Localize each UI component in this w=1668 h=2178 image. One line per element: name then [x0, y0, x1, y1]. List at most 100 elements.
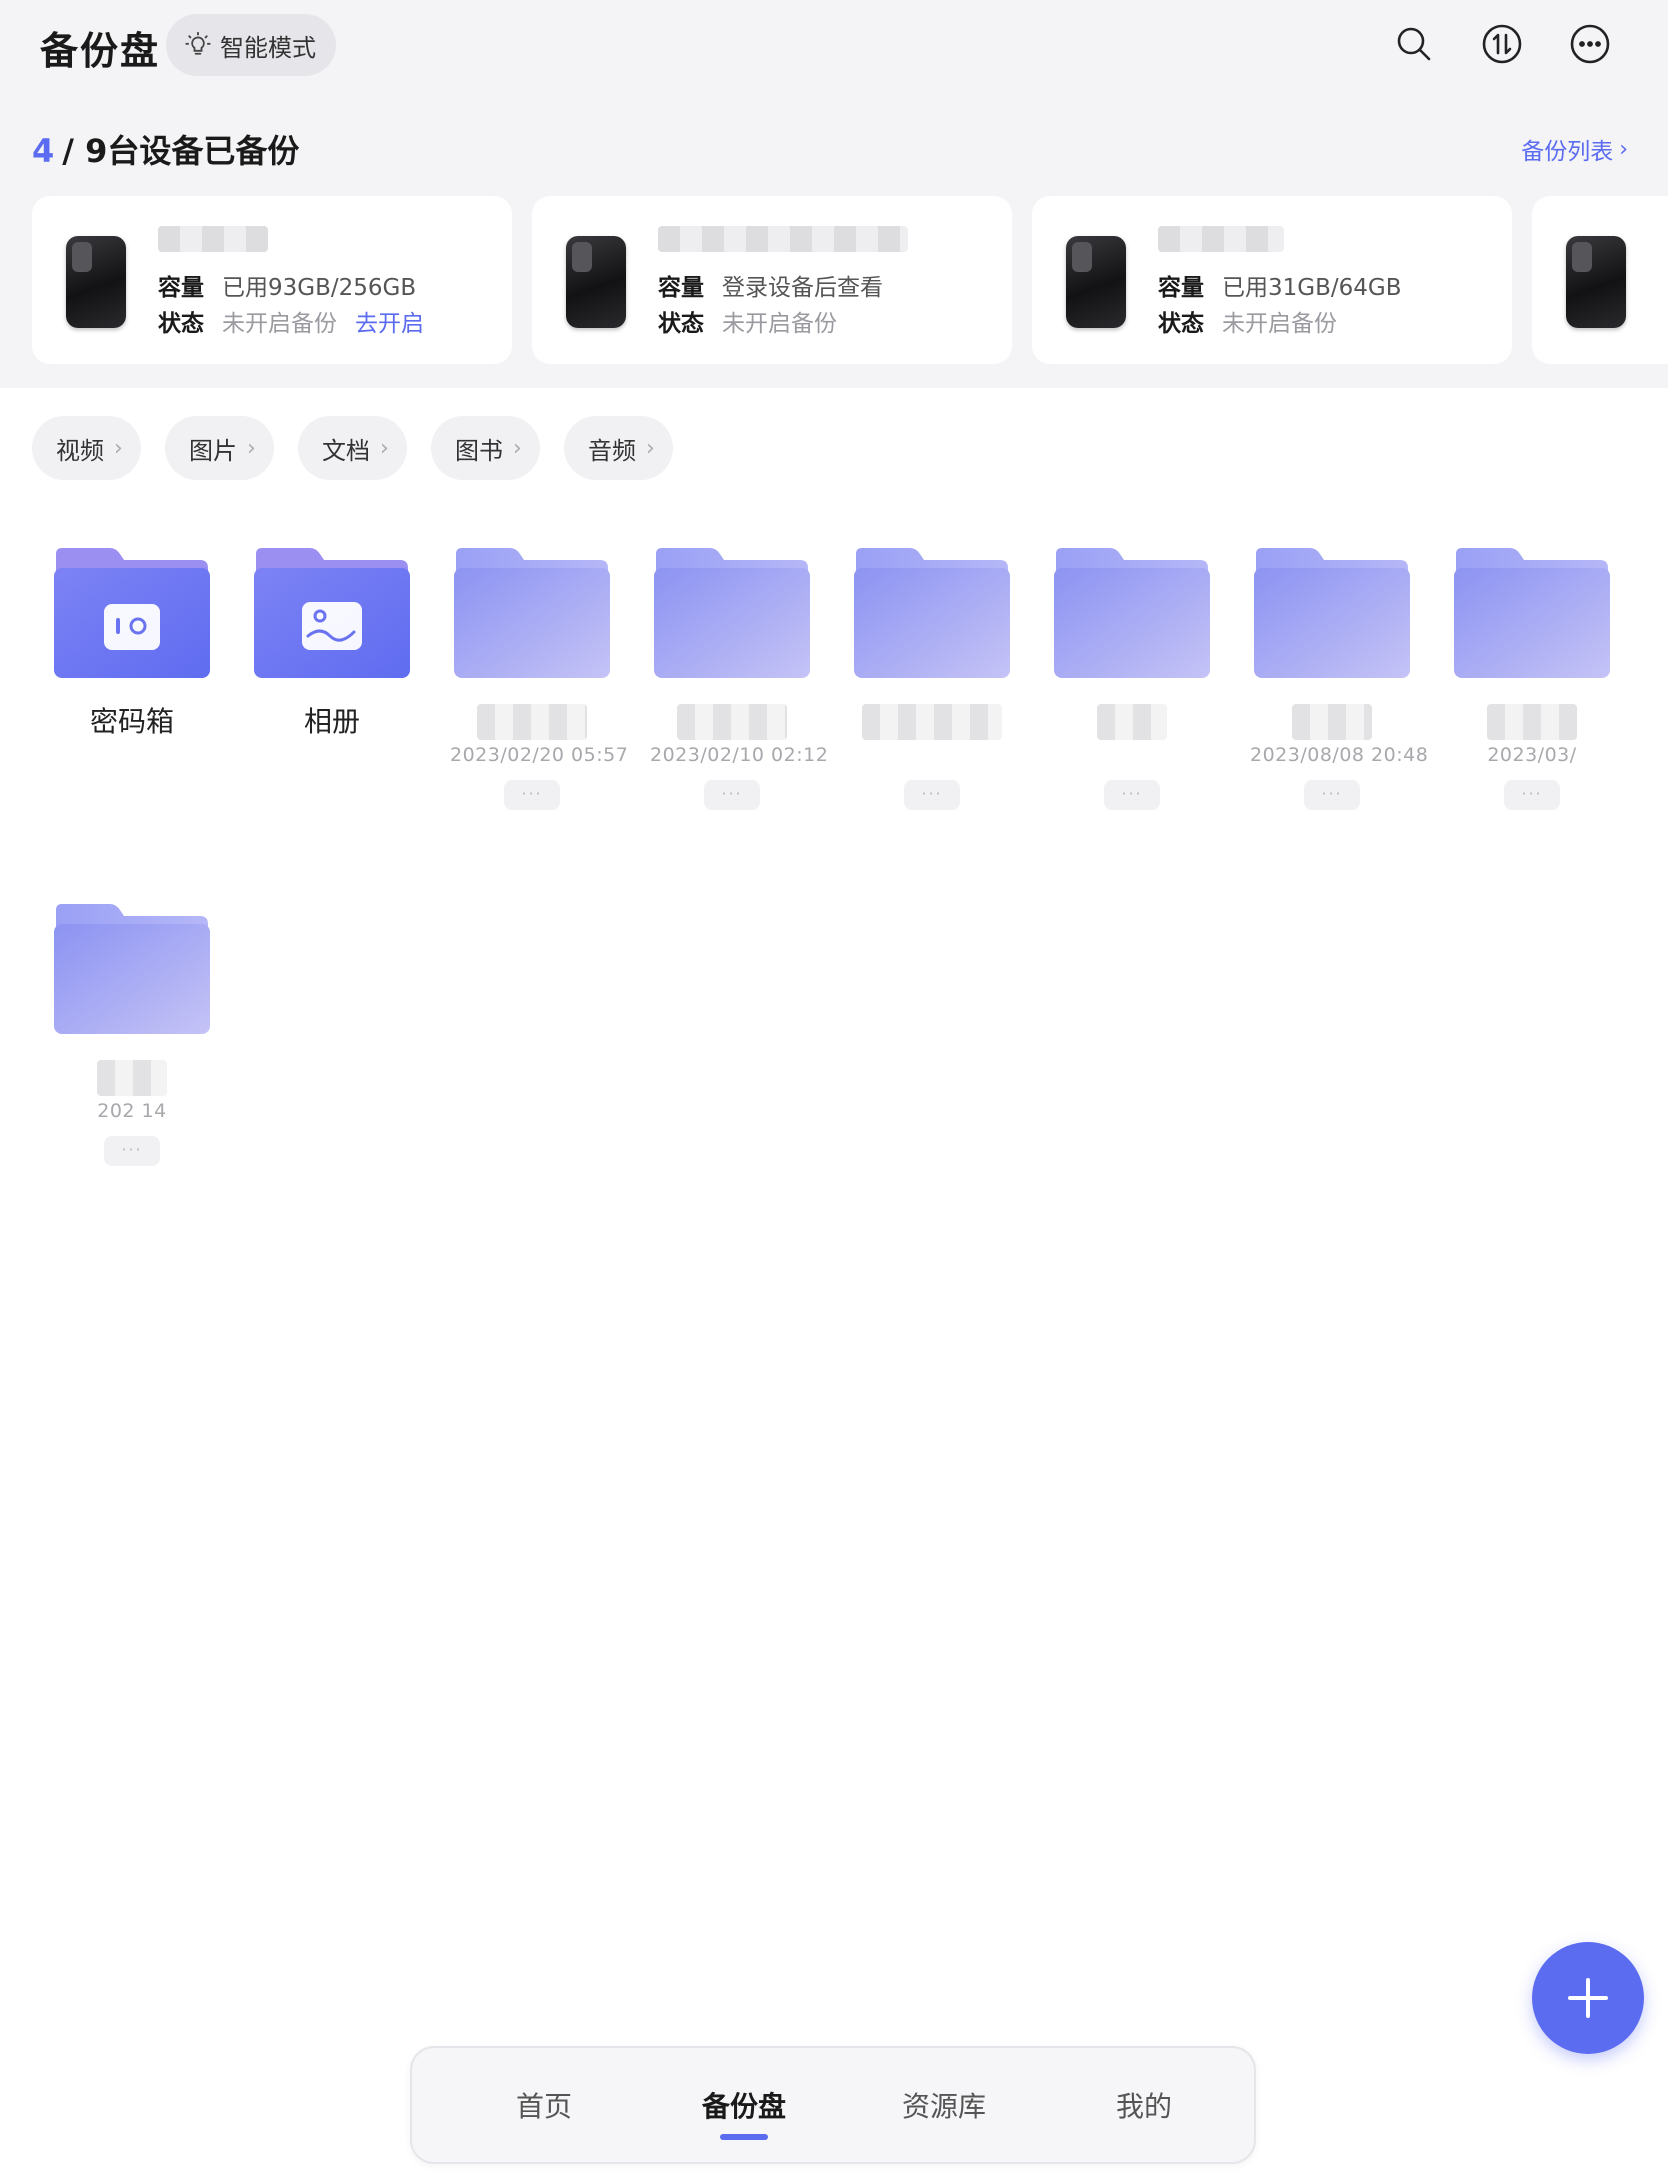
capacity-value: 已用31GB/64GB — [1222, 275, 1402, 301]
folder-item[interactable]: 2023/02/20 05:57 ··· — [450, 546, 629, 810]
status-value: 未开启备份 — [222, 311, 337, 337]
add-button[interactable] — [1532, 1942, 1644, 2054]
backup-summary-text: / 9台设备已备份 — [62, 132, 300, 170]
smart-mode-button[interactable]: 智能模式 — [166, 14, 336, 76]
folder-date: 202 14 — [97, 1100, 167, 1122]
folder-icon — [654, 548, 810, 678]
device-name-blurred — [658, 226, 908, 252]
more-icon — [1570, 24, 1610, 64]
transfer-button[interactable] — [1478, 20, 1526, 68]
folder-date: 2023/08/08 20:48 — [1250, 744, 1429, 766]
category-chip-video[interactable]: 视频 › — [32, 416, 141, 480]
folder-name-blurred — [1097, 704, 1167, 740]
folder-item[interactable]: 2023/08/08 20:48 ··· — [1250, 546, 1429, 810]
backup-list-link[interactable]: 备份列表 › — [1521, 132, 1628, 166]
folder-name-blurred — [97, 1060, 167, 1096]
chevron-right-icon: › — [114, 435, 123, 461]
chevron-right-icon: › — [1619, 136, 1628, 162]
chevron-right-icon: › — [247, 435, 256, 461]
folder-item[interactable]: ··· — [850, 546, 1014, 810]
folder-icon — [1254, 548, 1410, 678]
folder-more-button[interactable]: ··· — [704, 780, 760, 810]
chip-label: 文档 — [322, 436, 370, 465]
nav-item-mine[interactable]: 我的 — [1064, 2048, 1224, 2162]
nav-item-backup[interactable]: 备份盘 — [664, 2048, 824, 2162]
folder-date: 2023/02/10 02:12 — [650, 744, 829, 766]
folder-icon — [54, 904, 210, 1034]
capacity-value: 登录设备后查看 — [722, 275, 883, 301]
folder-icon — [1054, 548, 1210, 678]
apple-phone-icon — [1066, 236, 1126, 328]
status-label: 状态 — [658, 311, 704, 337]
folder-more-button[interactable]: ··· — [904, 780, 960, 810]
folder-name-blurred — [1487, 704, 1577, 740]
folder-date — [1050, 744, 1214, 766]
chevron-right-icon: › — [513, 435, 522, 461]
device-name-blurred — [1158, 226, 1284, 252]
transfer-icon — [1482, 24, 1522, 64]
category-chip-books[interactable]: 图书 › — [431, 416, 540, 480]
folder-icon — [854, 548, 1010, 678]
chip-label: 音频 — [588, 436, 636, 465]
folder-name-blurred — [1292, 704, 1372, 740]
folder-name-blurred — [862, 704, 1002, 740]
capacity-label: 容量 — [1158, 275, 1204, 301]
search-button[interactable] — [1390, 20, 1438, 68]
folder-icon — [54, 548, 210, 678]
device-card[interactable] — [1532, 196, 1668, 364]
status-label: 状态 — [1158, 311, 1204, 337]
capacity-value: 已用93GB/256GB — [222, 275, 417, 301]
folder-date: 2023/02/20 05:57 — [450, 744, 629, 766]
plus-icon — [1568, 1978, 1608, 2018]
nav-item-library[interactable]: 资源库 — [864, 2048, 1024, 2162]
chevron-right-icon: › — [646, 435, 655, 461]
folder-name: 密码箱 — [89, 705, 174, 738]
folder-more-button[interactable]: ··· — [1104, 780, 1160, 810]
backed-up-count: 4 — [32, 132, 55, 170]
backup-list-label: 备份列表 — [1521, 139, 1614, 165]
folder-more-button[interactable]: ··· — [104, 1136, 160, 1166]
device-carousel[interactable]: 容量 已用93GB/256GB 状态 未开启备份 去开启 容量 登录设备后查看 状态 未开… — [32, 196, 1668, 364]
folder-more-button[interactable]: ··· — [1304, 780, 1360, 810]
page-title: 备份盘 — [40, 29, 161, 73]
folder-icon — [454, 548, 610, 678]
enable-backup-link[interactable]: 去开启 — [355, 304, 424, 338]
folder-album[interactable]: 相册 — [250, 546, 414, 740]
status-value: 未开启备份 — [1222, 311, 1337, 337]
chip-label: 图书 — [455, 436, 503, 465]
device-card[interactable]: 容量 已用93GB/256GB 状态 未开启备份 去开启 — [32, 196, 512, 364]
more-button[interactable] — [1566, 20, 1614, 68]
folder-item[interactable]: 202 14 ··· — [50, 902, 214, 1166]
folder-more-button[interactable]: ··· — [1504, 780, 1560, 810]
chip-label: 图片 — [189, 436, 237, 465]
folder-name-blurred — [677, 704, 787, 740]
category-chip-documents[interactable]: 文档 › — [298, 416, 407, 480]
device-name-blurred — [158, 226, 268, 252]
folder-item[interactable]: 2023/03/ ··· — [1450, 546, 1614, 810]
backup-summary: 4 / 9台设备已备份 — [32, 126, 299, 172]
folder-more-button[interactable]: ··· — [504, 780, 560, 810]
folder-item[interactable]: 2023/02/10 02:12 ··· — [650, 546, 829, 810]
active-indicator — [720, 2134, 768, 2140]
category-chip-images[interactable]: 图片 › — [165, 416, 274, 480]
folder-vault[interactable]: 密码箱 — [50, 546, 214, 740]
folder-icon — [1454, 548, 1610, 678]
nav-item-home[interactable]: 首页 — [464, 2048, 624, 2162]
folder-item[interactable]: ··· — [1050, 546, 1214, 810]
smart-mode-label: 智能模式 — [220, 33, 316, 62]
chip-label: 视频 — [56, 436, 104, 465]
device-card[interactable]: 容量 已用31GB/64GB 状态 未开启备份 — [1032, 196, 1512, 364]
android-phone-icon — [66, 236, 126, 328]
capacity-label: 容量 — [158, 275, 204, 301]
folder-name-blurred — [477, 704, 587, 740]
chevron-right-icon: › — [380, 435, 389, 461]
nav-label: 备份盘 — [701, 2090, 786, 2123]
folder-date — [850, 744, 1014, 766]
capacity-label: 容量 — [658, 275, 704, 301]
device-card[interactable]: 容量 登录设备后查看 状态 未开启备份 — [532, 196, 1012, 364]
bottom-navigation: 首页 备份盘 资源库 我的 — [410, 2046, 1256, 2164]
category-chip-audio[interactable]: 音频 › — [564, 416, 673, 480]
status-value: 未开启备份 — [722, 311, 837, 337]
folder-date: 2023/03/ — [1487, 744, 1577, 766]
android-phone-icon — [1566, 236, 1626, 328]
